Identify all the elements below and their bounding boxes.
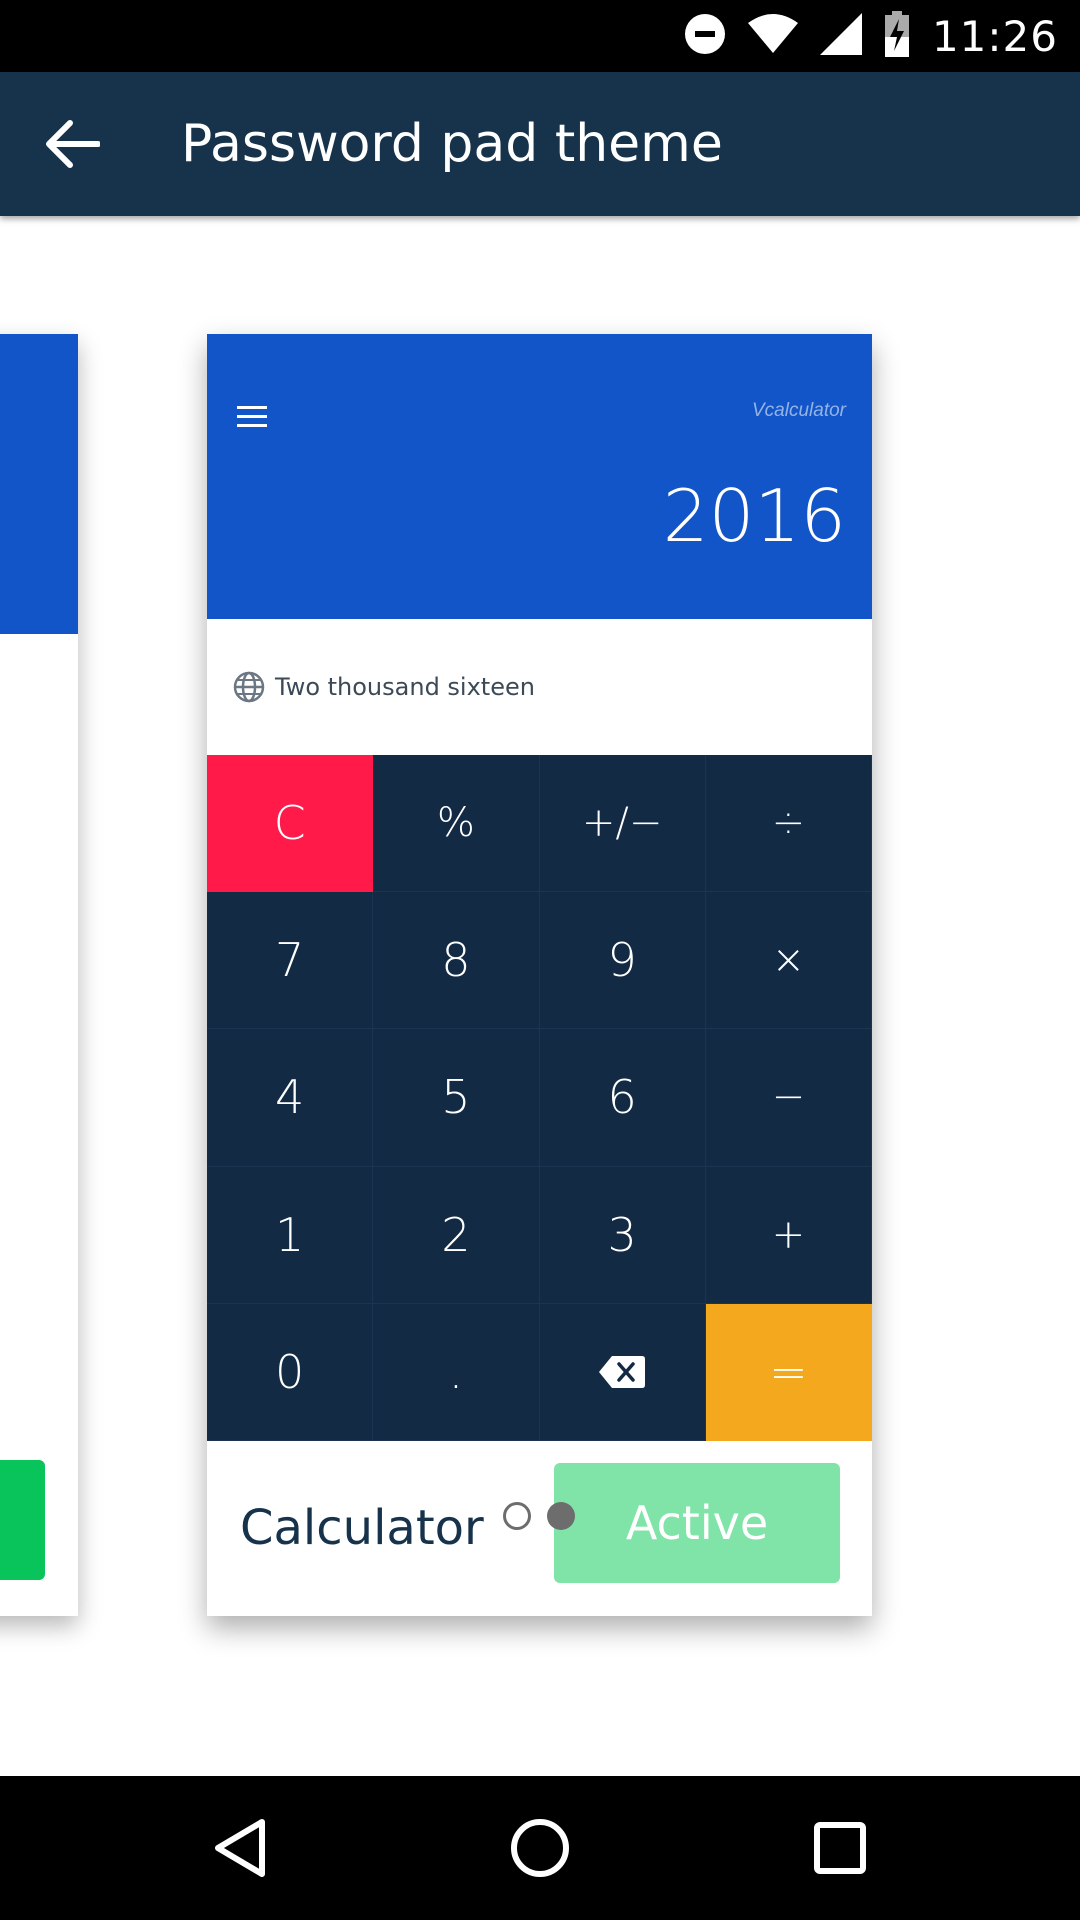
number-words-row: Two thousand sixteen — [207, 619, 872, 755]
page-dot-2[interactable] — [547, 1502, 575, 1530]
keypad: C % +/− ÷ 7 8 9 × 4 5 6 − 1 2 3 + 0 . = — [207, 755, 872, 1441]
theme-card-previous[interactable] — [0, 334, 78, 1616]
status-bar: 11:26 — [0, 0, 1080, 72]
brand-logo: Vcalculator — [752, 400, 846, 421]
arrow-back-icon — [46, 120, 100, 168]
number-words: Two thousand sixteen — [275, 673, 535, 701]
key-percent[interactable]: % — [373, 755, 540, 893]
recents-square-icon — [814, 1822, 866, 1874]
navigation-bar — [0, 1776, 1080, 1920]
page-title: Password pad theme — [181, 114, 723, 174]
theme-carousel[interactable]: Vcalculator 2016 Two thousand sixteen C … — [0, 216, 1080, 1776]
key-4[interactable]: 4 — [207, 1029, 374, 1167]
status-time: 11:26 — [931, 11, 1058, 61]
back-triangle-icon — [215, 1819, 265, 1877]
nav-back-button[interactable] — [190, 1798, 290, 1898]
globe-icon — [233, 671, 265, 703]
calculator-header: Vcalculator 2016 — [207, 334, 872, 619]
key-0[interactable]: 0 — [207, 1303, 374, 1441]
key-decimal[interactable]: . — [373, 1303, 540, 1441]
key-7[interactable]: 7 — [207, 892, 374, 1030]
previous-card-header — [0, 334, 78, 634]
key-subtract[interactable]: − — [705, 1029, 872, 1167]
key-6[interactable]: 6 — [539, 1029, 706, 1167]
key-1[interactable]: 1 — [207, 1166, 374, 1304]
key-equals[interactable]: = — [705, 1303, 872, 1441]
nav-recents-button[interactable] — [790, 1798, 890, 1898]
menu-icon — [237, 406, 267, 427]
key-3[interactable]: 3 — [539, 1166, 706, 1304]
calculator-display: 2016 — [662, 474, 846, 558]
key-divide[interactable]: ÷ — [705, 755, 872, 893]
do-not-disturb-icon — [684, 13, 726, 60]
key-backspace[interactable] — [539, 1303, 706, 1441]
backspace-icon — [599, 1355, 646, 1388]
theme-card[interactable]: Vcalculator 2016 Two thousand sixteen C … — [207, 334, 872, 1616]
page-dot-1[interactable] — [503, 1502, 531, 1530]
app-bar: Password pad theme — [0, 72, 1080, 216]
battery-charging-icon — [884, 10, 910, 62]
key-5[interactable]: 5 — [373, 1029, 540, 1167]
key-add[interactable]: + — [705, 1166, 872, 1304]
active-button[interactable]: Active — [554, 1463, 840, 1583]
page-indicator — [503, 1502, 575, 1530]
key-multiply[interactable]: × — [705, 892, 872, 1030]
previous-card-apply-button[interactable] — [0, 1460, 45, 1580]
key-2[interactable]: 2 — [373, 1166, 540, 1304]
signal-icon — [819, 12, 862, 60]
wifi-icon — [747, 13, 798, 60]
key-clear[interactable]: C — [207, 755, 374, 893]
home-circle-icon — [511, 1819, 569, 1877]
theme-name-label: Calculator — [240, 1500, 484, 1556]
key-plus-minus[interactable]: +/− — [539, 755, 706, 893]
back-button[interactable] — [32, 109, 112, 179]
nav-home-button[interactable] — [490, 1798, 590, 1898]
key-9[interactable]: 9 — [539, 892, 706, 1030]
key-8[interactable]: 8 — [373, 892, 540, 1030]
